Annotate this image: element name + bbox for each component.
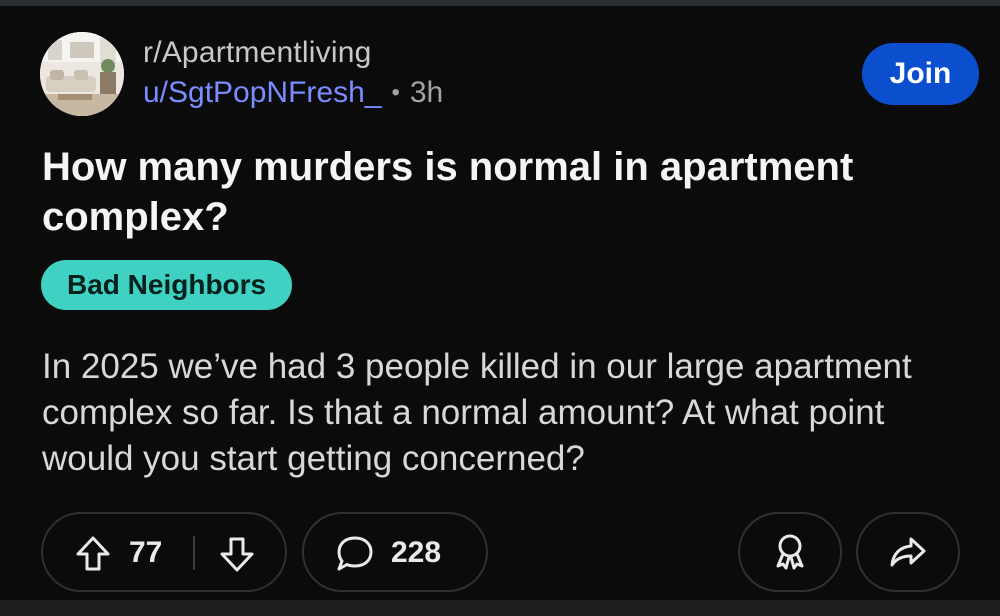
- post-flair[interactable]: Bad Neighbors: [41, 260, 293, 310]
- meta-separator: •: [391, 79, 400, 106]
- vote-control: 77: [41, 512, 287, 592]
- living-room-image: [40, 32, 124, 116]
- bottom-strip: [0, 600, 1000, 616]
- join-button[interactable]: Join: [862, 43, 979, 105]
- share-icon: [887, 531, 929, 573]
- downvote-icon[interactable]: [217, 534, 257, 574]
- share-button[interactable]: [856, 512, 960, 592]
- subreddit-name[interactable]: r/Apartmentliving: [143, 36, 372, 70]
- subreddit-avatar[interactable]: [40, 32, 124, 116]
- award-button[interactable]: [738, 512, 842, 592]
- author-username[interactable]: u/SgtPopNFresh_: [143, 76, 381, 110]
- post-title[interactable]: How many murders is normal in apartment …: [42, 142, 942, 242]
- comments-button[interactable]: 228: [302, 512, 488, 592]
- vote-divider: [193, 536, 195, 570]
- upvote-count: 77: [129, 536, 163, 569]
- award-icon: [768, 530, 812, 574]
- post-body: In 2025 we’ve had 3 people killed in our…: [42, 347, 912, 478]
- post-card[interactable]: r/Apartmentliving u/SgtPopNFresh_ • 3h J…: [0, 6, 1000, 602]
- comment-count: 228: [391, 536, 442, 569]
- upvote-icon[interactable]: [73, 534, 113, 574]
- post-meta: u/SgtPopNFresh_ • 3h: [143, 76, 443, 110]
- post-timestamp: 3h: [409, 76, 444, 109]
- comment-icon: [334, 533, 376, 575]
